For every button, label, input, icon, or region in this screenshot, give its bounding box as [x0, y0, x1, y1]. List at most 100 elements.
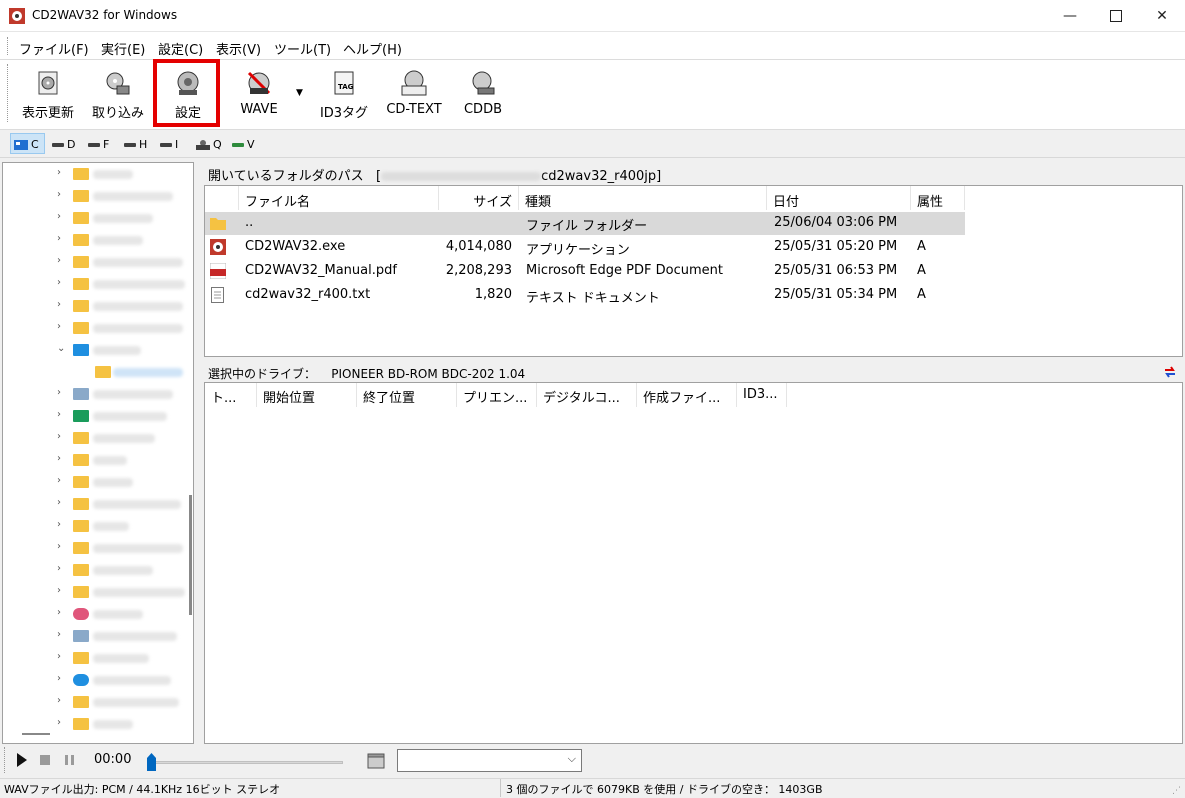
tree-item[interactable]: ›: [3, 582, 193, 602]
tree-item[interactable]: ›: [3, 560, 193, 580]
drive-q[interactable]: Q: [196, 136, 222, 153]
chevron-right-icon[interactable]: ›: [57, 453, 61, 464]
tree-item[interactable]: ›: [3, 472, 193, 492]
tree-item[interactable]: ›: [3, 450, 193, 470]
chevron-right-icon[interactable]: ›: [57, 409, 61, 420]
col-id3-header[interactable]: ID3...: [737, 383, 787, 407]
chevron-right-icon[interactable]: ›: [57, 673, 61, 684]
col-size-header[interactable]: サイズ: [439, 186, 519, 210]
chevron-right-icon[interactable]: ›: [57, 475, 61, 486]
drive-f[interactable]: F: [88, 136, 109, 153]
maximize-button[interactable]: [1093, 0, 1139, 32]
chevron-right-icon[interactable]: ›: [57, 607, 61, 618]
tree-item[interactable]: ›: [3, 604, 193, 624]
seek-bar[interactable]: [149, 761, 343, 764]
tree-item[interactable]: ›: [3, 670, 193, 690]
chevron-right-icon[interactable]: ›: [57, 277, 61, 288]
col-end-header[interactable]: 終了位置: [357, 383, 457, 407]
tree-item[interactable]: ›: [3, 252, 193, 272]
chevron-right-icon[interactable]: ›: [57, 431, 61, 442]
seek-thumb[interactable]: [147, 753, 156, 771]
chevron-right-icon[interactable]: ›: [57, 629, 61, 640]
chevron-right-icon[interactable]: ›: [57, 167, 61, 178]
play-icon[interactable]: [17, 753, 27, 767]
tree-item[interactable]: ›: [3, 406, 193, 426]
tree-item[interactable]: ›: [3, 428, 193, 448]
menu-help[interactable]: ヘルプ(H): [343, 39, 402, 58]
folder-tree[interactable]: › › › › › › › › ⌄ › › › › › › › › › › › › › › › ›: [2, 162, 194, 744]
chevron-right-icon[interactable]: ›: [57, 387, 61, 398]
chevron-right-icon[interactable]: ›: [57, 563, 61, 574]
drive-h[interactable]: H: [124, 136, 147, 153]
col-type-header[interactable]: 種類: [519, 186, 767, 210]
col-track-header[interactable]: ト...: [205, 383, 257, 407]
col-digital-copy-header[interactable]: デジタルコ...: [537, 383, 637, 407]
minimize-button[interactable]: —: [1047, 0, 1093, 32]
tree-item[interactable]: ›: [3, 208, 193, 228]
drive-select-dropdown[interactable]: ⌵: [397, 749, 582, 772]
chevron-right-icon[interactable]: ›: [57, 585, 61, 596]
menu-file[interactable]: ファイル(F): [19, 39, 89, 58]
col-attr-header[interactable]: 属性: [911, 186, 965, 210]
chevron-right-icon[interactable]: ›: [57, 233, 61, 244]
cd-text-button[interactable]: CD-TEXT: [381, 64, 447, 122]
chevron-right-icon[interactable]: ›: [57, 717, 61, 728]
chevron-right-icon[interactable]: ›: [57, 211, 61, 222]
chevron-down-icon[interactable]: ⌄: [57, 343, 65, 354]
tree-item[interactable]: ⌄: [3, 340, 193, 360]
swap-icon[interactable]: [1163, 365, 1177, 379]
file-row[interactable]: .. ファイル フォルダー 25/06/04 03:06 PM: [205, 212, 965, 235]
drive-v[interactable]: V: [232, 136, 255, 153]
tree-item[interactable]: ›: [3, 296, 193, 316]
tree-item[interactable]: ›: [3, 164, 193, 184]
wave-button[interactable]: WAVE: [229, 64, 289, 122]
wave-dropdown-arrow-icon[interactable]: ▼: [296, 88, 303, 98]
tree-item[interactable]: ›: [3, 186, 193, 206]
col-name-header[interactable]: ファイル名: [239, 186, 439, 210]
tree-horizontal-scrollbar[interactable]: [22, 733, 50, 735]
col-date-header[interactable]: 日付: [767, 186, 911, 210]
menu-tools[interactable]: ツール(T): [274, 39, 331, 58]
pause-icon[interactable]: [65, 755, 75, 765]
file-row[interactable]: CD2WAV32_Manual.pdf 2,208,293 Microsoft …: [205, 260, 965, 283]
resize-grip-icon[interactable]: ⋰: [1172, 786, 1181, 796]
menu-run[interactable]: 実行(E): [101, 39, 145, 58]
file-list[interactable]: ファイル名 サイズ 種類 日付 属性 .. ファイル フォルダー 25/06/0…: [204, 185, 1183, 357]
id3-tag-button[interactable]: TAG ID3タグ: [314, 64, 374, 122]
col-start-header[interactable]: 開始位置: [257, 383, 357, 407]
menu-view[interactable]: 表示(V): [216, 39, 261, 58]
tree-item[interactable]: ›: [3, 648, 193, 668]
drive-c[interactable]: C: [14, 136, 39, 153]
file-row[interactable]: cd2wav32_r400.txt 1,820 テキスト ドキュメント 25/0…: [205, 284, 965, 307]
tree-item[interactable]: ›: [3, 494, 193, 514]
tree-item[interactable]: ›: [3, 516, 193, 536]
close-button[interactable]: ✕: [1139, 0, 1185, 32]
chevron-right-icon[interactable]: ›: [57, 497, 61, 508]
tree-item[interactable]: ›: [3, 538, 193, 558]
cddb-button[interactable]: CDDB: [455, 64, 511, 122]
chevron-right-icon[interactable]: ›: [57, 321, 61, 332]
drive-i[interactable]: I: [160, 136, 178, 153]
chevron-right-icon[interactable]: ›: [57, 519, 61, 530]
tree-item[interactable]: ›: [3, 714, 193, 734]
chevron-right-icon[interactable]: ›: [57, 189, 61, 200]
chevron-right-icon[interactable]: ›: [57, 651, 61, 662]
menu-settings[interactable]: 設定(C): [158, 39, 203, 58]
tree-item[interactable]: ›: [3, 318, 193, 338]
tree-item[interactable]: ›: [3, 384, 193, 404]
tree-item[interactable]: ›: [3, 230, 193, 250]
track-list[interactable]: ト... 開始位置 終了位置 プリエン... デジタルコ... 作成ファイ...…: [204, 382, 1183, 744]
tree-scrollbar[interactable]: [189, 495, 192, 615]
col-output-file-header[interactable]: 作成ファイ...: [637, 383, 737, 407]
tree-item[interactable]: ›: [3, 692, 193, 712]
refresh-button[interactable]: 表示更新: [18, 64, 78, 122]
chevron-right-icon[interactable]: ›: [57, 695, 61, 706]
drive-d[interactable]: D: [52, 136, 75, 153]
rip-button[interactable]: 取り込み: [88, 64, 148, 122]
tree-item[interactable]: ›: [3, 274, 193, 294]
stop-icon[interactable]: [40, 755, 50, 765]
chevron-right-icon[interactable]: ›: [57, 541, 61, 552]
chevron-right-icon[interactable]: ›: [57, 299, 61, 310]
col-preemphasis-header[interactable]: プリエン...: [457, 383, 537, 407]
tree-item[interactable]: ›: [3, 626, 193, 646]
